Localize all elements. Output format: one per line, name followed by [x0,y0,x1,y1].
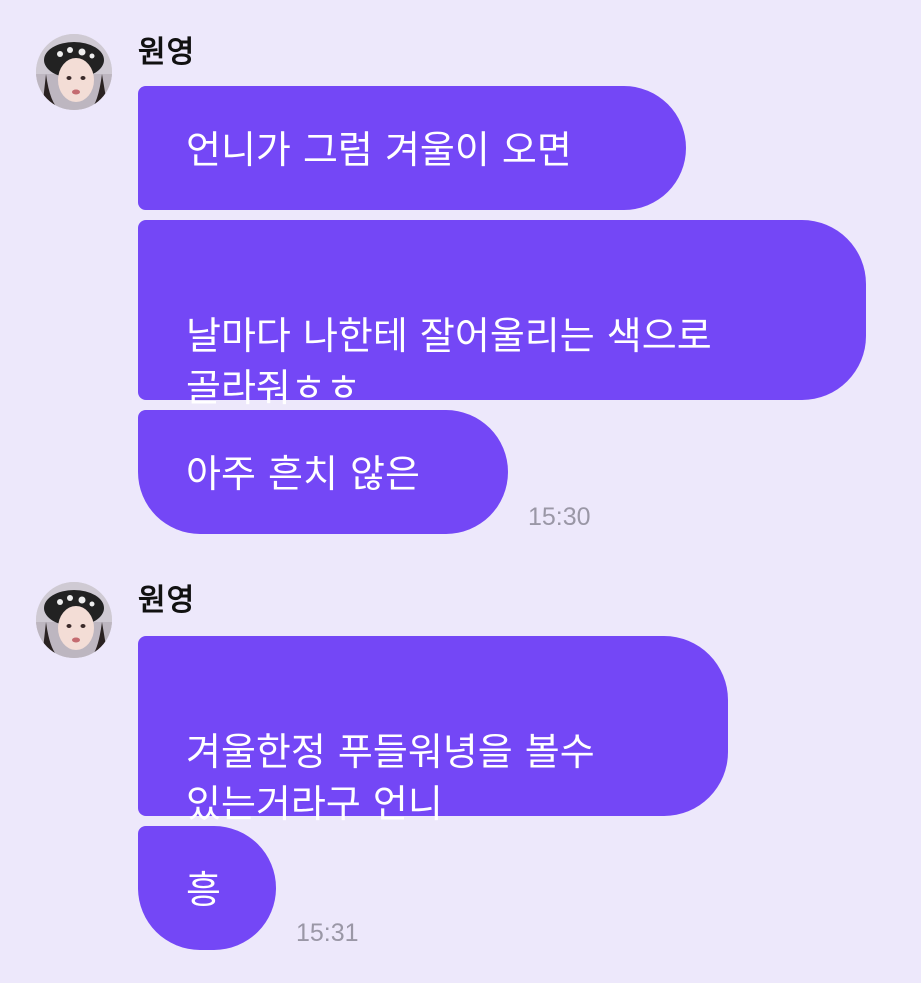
message-bubble[interactable]: 겨울한정 푸들워녕을 볼수 있는거라구 언니 [138,636,728,826]
message-text: 날마다 나한테 잘어울리는 색으로 골라줘ㅎㅎ [186,314,712,410]
message-bubble[interactable]: 아주 흔치 않은 [138,410,508,534]
sender-name: 원영 [138,35,196,70]
profile-avatar-icon [36,582,112,658]
sender-name: 원영 [138,583,196,618]
sender-avatar[interactable] [36,582,112,658]
sender-avatar[interactable] [36,34,112,110]
message-timestamp: 15:31 [296,919,359,947]
message-text: 겨울한정 푸들워녕을 볼수 있는거라구 언니 [186,730,595,826]
message-bubble[interactable]: 날마다 나한테 잘어울리는 색으로 골라줘ㅎㅎ [138,220,866,410]
message-bubble[interactable]: 흥 [138,826,276,950]
message-text: 흥 [186,868,221,912]
message-text: 언니가 그럼 겨울이 오면 [186,128,572,172]
message-timestamp: 15:30 [528,503,591,531]
profile-avatar-icon [36,34,112,110]
message-bubble[interactable]: 언니가 그럼 겨울이 오면 [138,86,686,210]
message-text: 아주 흔치 않은 [186,452,420,496]
